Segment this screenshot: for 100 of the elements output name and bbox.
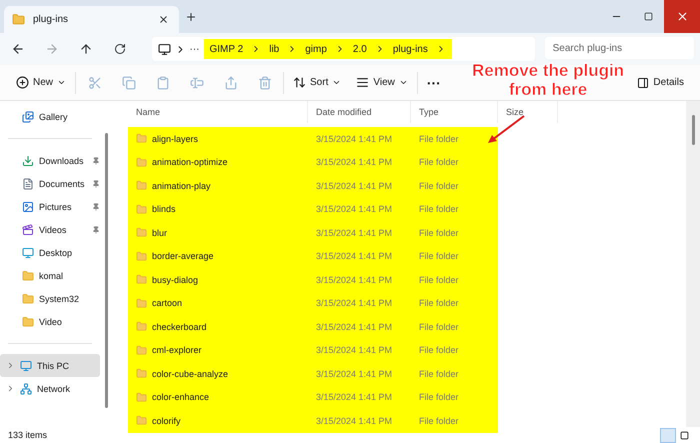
file-name-cell[interactable]: blur (128, 221, 308, 244)
folder-icon (136, 344, 147, 356)
toolbar-icon (122, 76, 136, 90)
close-button[interactable] (664, 0, 700, 33)
column-header[interactable]: Date modified (308, 101, 411, 123)
column-header[interactable]: Type (411, 101, 498, 123)
type-cell: File folder (411, 268, 498, 292)
folder-icon (136, 156, 147, 168)
file-name-cell[interactable]: align-layers (128, 127, 308, 150)
toolbar-icon (224, 76, 238, 90)
file-name-cell[interactable]: checkerboard (128, 315, 308, 338)
sidebar-item[interactable]: This PC (0, 354, 100, 377)
file-name-cell[interactable]: blinds (128, 198, 308, 221)
file-name-cell[interactable]: colorify (128, 409, 308, 432)
folder-icon (22, 270, 34, 282)
sidebar-item[interactable]: Documents (0, 172, 100, 195)
toolbar-icon (293, 76, 306, 89)
item-icon (22, 246, 34, 258)
details-pane-icon (637, 76, 650, 88)
caret-icon (332, 78, 342, 87)
toolbar-icon (190, 76, 204, 90)
date-cell: 3/15/2024 1:41 PM (308, 409, 411, 432)
column-header[interactable]: Size (498, 101, 558, 123)
sidebar-item[interactable]: Pictures (0, 195, 100, 218)
tab-title: plug-ins (33, 14, 70, 25)
file-name-cell[interactable]: color-cube-analyze (128, 362, 308, 386)
date-cell: 3/15/2024 1:41 PM (308, 198, 411, 221)
scrollbar[interactable] (686, 101, 700, 427)
sidebar-item[interactable]: Desktop (0, 241, 100, 264)
date-cell: 3/15/2024 1:41 PM (308, 386, 411, 409)
more-button[interactable]: ··· (420, 70, 447, 96)
type-cell: File folder (411, 386, 498, 409)
type-cell: File folder (411, 409, 498, 432)
folder-icon (22, 316, 34, 328)
folder-icon (136, 250, 147, 262)
date-cell: 3/15/2024 1:41 PM (308, 362, 411, 386)
monitor-icon (158, 42, 170, 56)
folder-icon (136, 321, 147, 332)
breadcrumb[interactable]: plug-ins (392, 44, 428, 54)
monitor-icon (20, 360, 32, 372)
sidebar-item[interactable]: Network (0, 377, 100, 400)
toolbar-icon (156, 76, 170, 90)
type-cell: File folder (411, 221, 498, 244)
date-cell: 3/15/2024 1:41 PM (308, 127, 411, 150)
folder-icon (136, 133, 147, 144)
file-name-cell[interactable]: cml-explorer (128, 338, 308, 362)
file-name-cell[interactable]: busy-dialog (128, 268, 308, 292)
folder-icon (136, 274, 147, 286)
folder-icon (136, 392, 147, 403)
sidebar-item[interactable]: komal (0, 264, 100, 287)
sidebar-item[interactable]: Video (0, 310, 100, 333)
maximize-icon (644, 12, 652, 21)
item-icon (22, 178, 34, 190)
close-icon (676, 10, 688, 23)
item-icon (22, 200, 34, 212)
type-cell: File folder (411, 198, 498, 221)
scrollbar[interactable] (105, 133, 108, 408)
date-cell: 3/15/2024 1:41 PM (308, 174, 411, 198)
annotation-arrow (486, 114, 526, 146)
item-icon (22, 224, 34, 236)
folder-icon (136, 227, 147, 238)
file-name-cell[interactable]: color-enhance (128, 386, 308, 409)
folder-icon (12, 13, 25, 26)
address-bar[interactable]: ··· GIMP 2 lib gimp 2.0 plug-ins (152, 37, 535, 61)
date-cell: 3/15/2024 1:41 PM (308, 315, 411, 338)
search-field[interactable]: Search plug-ins (544, 37, 694, 59)
overflow-crumb[interactable]: ··· (190, 44, 200, 54)
date-cell: 3/15/2024 1:41 PM (308, 150, 411, 174)
sidebar-item[interactable]: System32 (0, 287, 100, 310)
file-name-cell[interactable]: border-average (128, 244, 308, 268)
toolbar-menu-button[interactable]: New (10, 70, 72, 96)
toolbar-icon (356, 76, 370, 89)
type-cell: File folder (411, 150, 498, 174)
network-icon (20, 382, 32, 394)
file-name-cell[interactable]: animation-play (128, 174, 308, 198)
file-name-cell[interactable]: animation-optimize (128, 150, 308, 174)
sidebar-item[interactable]: Downloads (0, 149, 100, 172)
caret-icon (57, 78, 66, 87)
toolbar-menu-button[interactable]: Sort (287, 70, 348, 96)
plus-icon (185, 10, 197, 22)
type-cell: File folder (411, 244, 498, 268)
breadcrumb[interactable]: lib (269, 44, 280, 54)
type-cell: File folder (411, 292, 498, 315)
sidebar-item[interactable]: Videos (0, 218, 100, 241)
type-cell: File folder (411, 338, 498, 362)
type-cell: File folder (411, 127, 498, 150)
breadcrumb[interactable]: 2.0 (352, 44, 367, 54)
breadcrumb[interactable]: gimp (305, 44, 327, 54)
sidebar-item[interactable]: Gallery (0, 105, 100, 128)
file-name-cell[interactable]: cartoon (128, 292, 308, 315)
toolbar-menu-button[interactable]: View (350, 70, 414, 96)
column-header[interactable]: Name (128, 101, 308, 123)
breadcrumb[interactable]: GIMP 2 (210, 44, 244, 54)
type-cell: File folder (411, 174, 498, 198)
folder-icon (136, 368, 147, 380)
details-button[interactable]: Details (631, 70, 690, 96)
toolbar-icon (88, 76, 102, 90)
folder-tab[interactable]: plug-ins (4, 6, 179, 33)
item-icon (22, 154, 34, 166)
gallery-icon (22, 110, 34, 122)
